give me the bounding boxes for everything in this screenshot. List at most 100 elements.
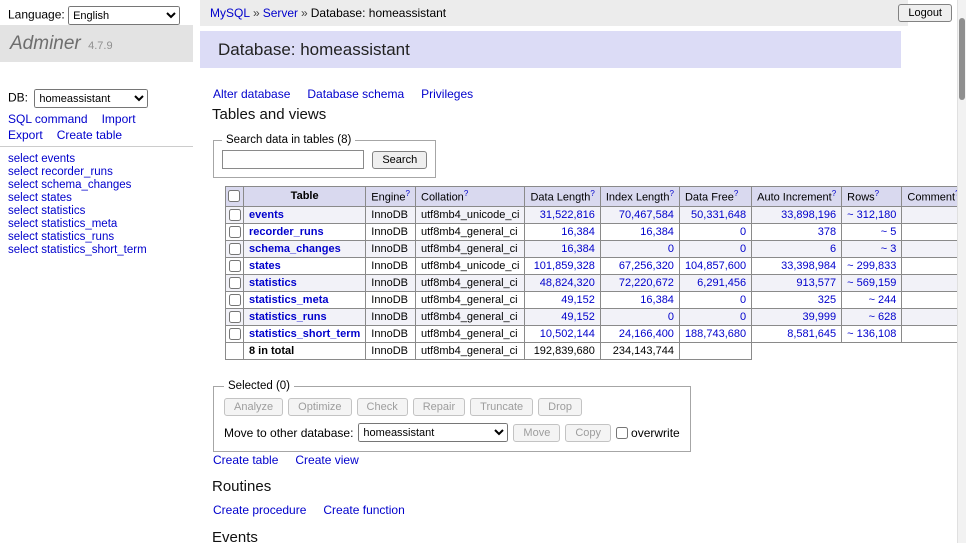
nav-link-database-schema[interactable]: Database schema — [307, 87, 404, 101]
link-create-view[interactable]: Create view — [295, 453, 358, 467]
sidebar-link-select-statistics-short-term[interactable]: select statistics_short_term — [8, 244, 147, 257]
move-button[interactable]: Move — [513, 424, 560, 442]
cell-data-free-link[interactable]: 0 — [740, 294, 746, 306]
language-select[interactable]: English — [68, 6, 180, 25]
logout-button[interactable]: Logout — [898, 4, 952, 22]
cell-data-free-link[interactable]: 50,331,648 — [691, 209, 746, 221]
cell-data-free-link[interactable]: 6,291,456 — [697, 277, 746, 289]
table-link-states[interactable]: states — [249, 260, 281, 272]
cell-auto-increment-link[interactable]: 325 — [818, 294, 836, 306]
link-create-function[interactable]: Create function — [323, 503, 404, 517]
sidebar-action-import[interactable]: Import — [102, 112, 136, 126]
help-icon[interactable]: ? — [734, 189, 738, 198]
help-icon[interactable]: ? — [669, 189, 673, 198]
move-db-select[interactable]: homeassistant — [358, 423, 508, 442]
analyze-button[interactable]: Analyze — [224, 398, 283, 416]
check-button[interactable]: Check — [357, 398, 408, 416]
cell-rows-link[interactable]: ~ 5 — [881, 226, 897, 238]
drop-button[interactable]: Drop — [538, 398, 582, 416]
cell-data-length-link[interactable]: 49,152 — [561, 311, 595, 323]
table-link-statistics[interactable]: statistics — [249, 277, 297, 289]
select-all-checkbox[interactable] — [228, 190, 240, 202]
app-name[interactable]: Adminer — [10, 33, 81, 54]
sidebar-action-sql-command[interactable]: SQL command — [8, 112, 88, 126]
table-link-statistics_runs[interactable]: statistics_runs — [249, 311, 327, 323]
cell-index-length-link[interactable]: 70,467,584 — [619, 209, 674, 221]
cell-data-length-link[interactable]: 48,824,320 — [540, 277, 595, 289]
cell-auto-increment-link[interactable]: 33,898,196 — [781, 209, 836, 221]
table-link-recorder_runs[interactable]: recorder_runs — [249, 226, 324, 238]
sidebar-link-select-statistics[interactable]: select statistics — [8, 205, 147, 218]
sidebar-action-export[interactable]: Export — [8, 128, 43, 142]
cell-auto-increment-link[interactable]: 33,398,984 — [781, 260, 836, 272]
cell-auto-increment-link[interactable]: 39,999 — [803, 311, 837, 323]
cell-index-length-link[interactable]: 0 — [668, 243, 674, 255]
cell-auto-increment-link[interactable]: 6 — [830, 243, 836, 255]
row-checkbox-recorder_runs[interactable] — [229, 226, 241, 238]
row-checkbox-statistics_runs[interactable] — [229, 311, 241, 323]
cell-rows-link[interactable]: ~ 244 — [869, 294, 897, 306]
row-checkbox-statistics_meta[interactable] — [229, 294, 241, 306]
table-link-events[interactable]: events — [249, 209, 284, 221]
nav-link-privileges[interactable]: Privileges — [421, 87, 473, 101]
cell-rows-link[interactable]: ~ 628 — [869, 311, 897, 323]
help-icon[interactable]: ? — [832, 189, 836, 198]
cell-data-length-link[interactable]: 31,522,816 — [540, 209, 595, 221]
nav-link-alter-database[interactable]: Alter database — [213, 87, 290, 101]
cell-data-length-link[interactable]: 101,859,328 — [534, 260, 595, 272]
sidebar-link-select-schema-changes[interactable]: select schema_changes — [8, 179, 147, 192]
cell-auto-increment-link[interactable]: 913,577 — [796, 277, 836, 289]
cell-rows-link[interactable]: ~ 312,180 — [847, 209, 896, 221]
table-link-statistics_meta[interactable]: statistics_meta — [249, 294, 329, 306]
scrollbar-thumb[interactable] — [959, 18, 965, 100]
link-create-procedure[interactable]: Create procedure — [213, 503, 306, 517]
scrollbar[interactable] — [957, 0, 966, 543]
link-create-table[interactable]: Create table — [213, 453, 278, 467]
sidebar-link-select-recorder-runs[interactable]: select recorder_runs — [8, 166, 147, 179]
cell-auto-increment-link[interactable]: 8,581,645 — [787, 328, 836, 340]
db-select[interactable]: homeassistant — [34, 89, 148, 108]
truncate-button[interactable]: Truncate — [470, 398, 533, 416]
sidebar-action-create-table[interactable]: Create table — [57, 128, 122, 142]
cell-data-length-link[interactable]: 16,384 — [561, 243, 595, 255]
table-link-statistics_short_term[interactable]: statistics_short_term — [249, 328, 360, 340]
cell-data-free-link[interactable]: 0 — [740, 311, 746, 323]
cell-index-length-link[interactable]: 67,256,320 — [619, 260, 674, 272]
copy-button[interactable]: Copy — [565, 424, 611, 442]
cell-rows-link[interactable]: ~ 136,108 — [847, 328, 896, 340]
sidebar-link-select-statistics-runs[interactable]: select statistics_runs — [8, 231, 147, 244]
cell-rows-link[interactable]: ~ 299,833 — [847, 260, 896, 272]
help-icon[interactable]: ? — [590, 189, 594, 198]
cell-data-free-link[interactable]: 0 — [740, 226, 746, 238]
cell-data-free-link[interactable]: 188,743,680 — [685, 328, 746, 340]
row-checkbox-statistics[interactable] — [229, 277, 241, 289]
breadcrumb-server-link[interactable]: Server — [263, 6, 298, 20]
row-checkbox-schema_changes[interactable] — [229, 243, 241, 255]
cell-index-length-link[interactable]: 16,384 — [640, 226, 674, 238]
table-link-schema_changes[interactable]: schema_changes — [249, 243, 341, 255]
overwrite-checkbox[interactable] — [616, 427, 628, 439]
row-checkbox-events[interactable] — [229, 209, 241, 221]
cell-data-length-link[interactable]: 16,384 — [561, 226, 595, 238]
help-icon[interactable]: ? — [875, 189, 879, 198]
sidebar-link-select-events[interactable]: select events — [8, 153, 147, 166]
cell-data-free-link[interactable]: 0 — [740, 243, 746, 255]
sidebar-link-select-statistics-meta[interactable]: select statistics_meta — [8, 218, 147, 231]
cell-index-length-link[interactable]: 0 — [668, 311, 674, 323]
breadcrumb-mysql-link[interactable]: MySQL — [210, 6, 250, 20]
sidebar-link-select-states[interactable]: select states — [8, 192, 147, 205]
help-icon[interactable]: ? — [406, 189, 410, 198]
cell-data-length-link[interactable]: 49,152 — [561, 294, 595, 306]
row-checkbox-states[interactable] — [229, 260, 241, 272]
help-icon[interactable]: ? — [464, 189, 468, 198]
cell-rows-link[interactable]: ~ 3 — [881, 243, 897, 255]
optimize-button[interactable]: Optimize — [288, 398, 351, 416]
cell-index-length-link[interactable]: 16,384 — [640, 294, 674, 306]
cell-rows-link[interactable]: ~ 569,159 — [847, 277, 896, 289]
cell-auto-increment-link[interactable]: 378 — [818, 226, 836, 238]
repair-button[interactable]: Repair — [413, 398, 465, 416]
search-input[interactable] — [222, 150, 364, 169]
cell-index-length-link[interactable]: 24,166,400 — [619, 328, 674, 340]
cell-data-free-link[interactable]: 104,857,600 — [685, 260, 746, 272]
row-checkbox-statistics_short_term[interactable] — [229, 328, 241, 340]
